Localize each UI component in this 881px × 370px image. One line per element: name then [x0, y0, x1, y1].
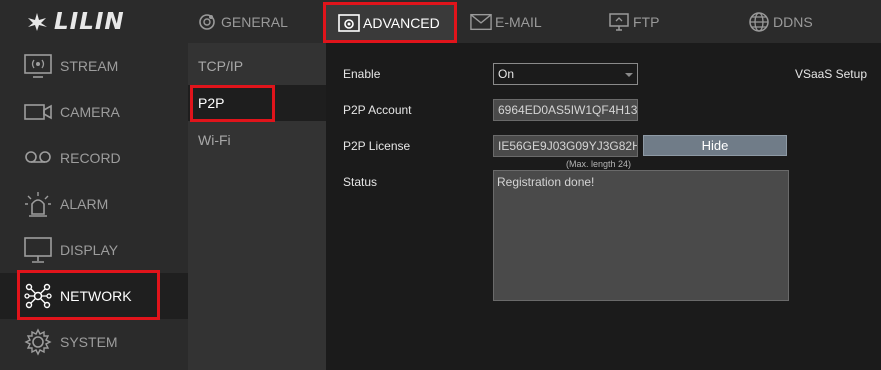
- tab-ftp[interactable]: FTP: [608, 4, 659, 40]
- p2p-account-label: P2P Account: [343, 103, 412, 117]
- lilin-logo-icon: [28, 12, 47, 31]
- tab-general[interactable]: GENERAL: [196, 4, 288, 40]
- tab-label: E-MAIL: [495, 14, 542, 30]
- tab-label: ADVANCED: [363, 14, 440, 31]
- network-submenu: TCP/IP P2P Wi-Fi: [188, 43, 326, 370]
- submenu-item-wifi[interactable]: Wi-Fi: [188, 122, 326, 158]
- sidebar-item-display[interactable]: DISPLAY: [0, 227, 188, 273]
- tab-label: GENERAL: [221, 14, 288, 30]
- tab-advanced[interactable]: ADVANCED: [323, 2, 457, 43]
- sidebar-item-alarm[interactable]: ALARM: [0, 181, 188, 227]
- sidebar-item-label: ALARM: [60, 196, 109, 212]
- submenu-item-tcpip[interactable]: TCP/IP: [188, 48, 326, 84]
- gear-icon: [196, 11, 218, 33]
- sidebar-item-label: STREAM: [60, 58, 119, 74]
- sidebar-item-label: RECORD: [60, 150, 121, 166]
- status-label: Status: [343, 175, 378, 189]
- sidebar-item-system[interactable]: SYSTEM: [0, 319, 188, 365]
- envelope-icon: [470, 11, 492, 33]
- p2p-license-label: P2P License: [343, 139, 411, 153]
- sidebar-item-label: DISPLAY: [60, 242, 119, 258]
- record-icon: [24, 144, 52, 172]
- network-highlight-box: [17, 270, 160, 320]
- sidebar-item-record[interactable]: RECORD: [0, 135, 188, 181]
- top-tab-bar: GENERAL ADVANCED E-MAIL FTP DDNS: [188, 0, 881, 43]
- p2p-account-field[interactable]: 6964ED0AS5IW1QF4H13III: [493, 99, 638, 121]
- logo-text: LILIN: [54, 8, 125, 35]
- brand-logo: LILIN: [0, 0, 188, 43]
- chevron-down-icon: [625, 73, 633, 77]
- submenu-item-label: Wi-Fi: [198, 132, 231, 148]
- sidebar-item-stream[interactable]: STREAM: [0, 43, 188, 89]
- submenu-item-label: TCP/IP: [198, 58, 244, 74]
- vsaas-setup-link[interactable]: VSaaS Setup: [795, 67, 867, 81]
- p2p-settings-panel: Enable On P2P Account 6964ED0AS5IW1QF4H1…: [326, 43, 881, 370]
- status-textarea[interactable]: Registration done!: [493, 170, 789, 301]
- sidebar-item-label: SYSTEM: [60, 334, 118, 350]
- alarm-icon: [24, 190, 52, 218]
- main-sidebar: STREAM CAMERA RECORD ALARM DISPLAY NETWO…: [0, 43, 188, 370]
- tab-email[interactable]: E-MAIL: [470, 4, 542, 40]
- tab-label: DDNS: [773, 14, 813, 30]
- ftp-icon: [608, 11, 630, 33]
- enable-select-value: On: [498, 67, 515, 81]
- enable-select[interactable]: On: [493, 63, 638, 85]
- sidebar-item-label: CAMERA: [60, 104, 120, 120]
- tab-label: FTP: [633, 14, 660, 30]
- display-icon: [24, 236, 52, 264]
- tab-ddns[interactable]: DDNS: [748, 4, 813, 40]
- enable-label: Enable: [343, 67, 381, 81]
- p2p-highlight-box: [190, 85, 275, 122]
- camera-icon: [24, 98, 52, 126]
- license-length-hint: (Max. length 24): [566, 159, 632, 169]
- system-gear-icon: [24, 328, 52, 356]
- advanced-settings-icon: [338, 12, 360, 34]
- stream-icon: [24, 52, 52, 80]
- globe-icon: [748, 11, 770, 33]
- p2p-license-field[interactable]: IE56GE9J03G09YJ3G82HG: [493, 135, 638, 157]
- sidebar-item-camera[interactable]: CAMERA: [0, 89, 188, 135]
- hide-button[interactable]: Hide: [643, 135, 787, 156]
